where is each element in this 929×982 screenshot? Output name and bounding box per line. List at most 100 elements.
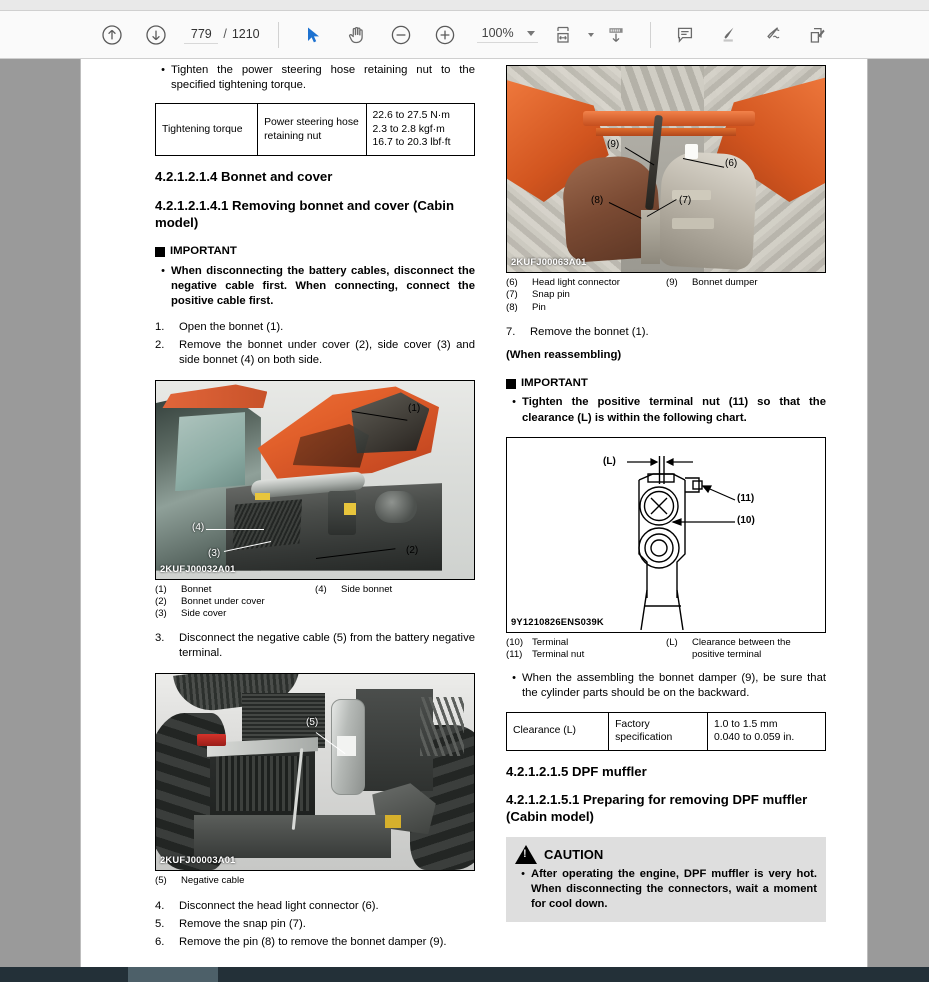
section-heading-bonnet-and-cover: 4.2.1.2.1.4 Bonnet and cover	[155, 168, 333, 184]
legend-value: Bonnet dumper	[692, 277, 758, 288]
table-row: Tightening torque Power steering hose re…	[154, 103, 476, 156]
legend-item: (6) Head light connector	[506, 277, 666, 289]
legend-item: (9) Bonnet dumper	[666, 277, 826, 289]
legend-column-left: (10) Terminal (11) Terminal nut	[506, 637, 666, 662]
zoom-out-button[interactable]	[384, 18, 418, 52]
fit-page-dropdown-icon[interactable]	[587, 32, 594, 37]
legend-item: (4) Side bonnet	[315, 584, 475, 596]
when-reassembling-heading: (When reassembling)	[506, 348, 622, 361]
step-1-text: Open the bonnet (1).	[179, 321, 284, 334]
damper-bullet-text: When the assembling the bonnet damper (9…	[522, 672, 826, 700]
window-title-strip	[0, 0, 929, 11]
arrow-down-circle-icon	[146, 24, 166, 45]
figure-callout-4: (4)	[192, 521, 205, 533]
legend-key: (9)	[666, 277, 678, 288]
legend-item: (7) Snap pin	[506, 289, 666, 301]
important-label: IMPORTANT	[170, 245, 237, 258]
scroll-mode-button[interactable]	[599, 18, 633, 52]
bullet-marker: •	[512, 396, 516, 409]
zoom-level-selector[interactable]: 100%	[476, 26, 538, 43]
figure-callout-9: (9)	[607, 139, 620, 150]
legend-value: Clearance between the positive terminal	[692, 636, 791, 660]
figure-3-legend: (6) Head light connector (7) Snap pin (8…	[506, 277, 826, 314]
step-4-number: 4.	[155, 899, 165, 912]
important-notice-header: IMPORTANT	[506, 376, 826, 391]
figure-1-code: 2KUFJ00032A01	[160, 562, 236, 574]
fit-page-button[interactable]	[547, 18, 581, 52]
scroll-down-icon	[609, 27, 623, 42]
step-6-text: Remove the pin (8) to remove the bonnet …	[179, 936, 447, 949]
comment-icon	[677, 27, 692, 43]
freehand-draw-icon	[766, 26, 780, 39]
figure-4-legend: (10) Terminal (11) Terminal nut (L) Clea…	[506, 637, 826, 662]
toolbar-divider-2	[649, 21, 651, 48]
plus-circle-icon	[435, 25, 454, 44]
black-square-icon	[506, 378, 516, 389]
table-row: Clearance (L) Factory specification 1.0 …	[505, 711, 827, 751]
legend-key: (4)	[315, 583, 327, 595]
step-5-text: Remove the snap pin (7).	[179, 917, 306, 930]
photo-engine-bay	[156, 380, 474, 579]
step-2-text: Remove the bonnet under cover (2), side …	[179, 339, 475, 367]
legend-item: (2) Bonnet under cover	[155, 596, 315, 608]
fill-and-sign-button[interactable]	[800, 18, 834, 52]
legend-item: (5) Negative cable	[155, 875, 315, 887]
arrow-up-circle-icon	[102, 24, 122, 45]
section-heading-dpf-muffler: 4.2.1.2.1.5 DPF muffler	[506, 763, 647, 779]
cursor-arrow-icon	[307, 27, 319, 42]
fill-and-sign-icon	[810, 27, 825, 43]
figure-callout-5: (5)	[306, 716, 319, 728]
legend-column-left: (5) Negative cable	[155, 875, 315, 887]
legend-column-right: (L) Clearance between the positive termi…	[666, 637, 826, 662]
figure-2-legend: (5) Negative cable	[155, 875, 475, 887]
figure-callout-8: (8)	[591, 195, 604, 206]
legend-value: Terminal nut	[532, 649, 585, 660]
step-6-row: 6. Remove the pin (8) to remove the bonn…	[155, 935, 475, 950]
legend-key: (10)	[506, 636, 524, 648]
current-page-input[interactable]	[184, 25, 219, 44]
previous-page-button[interactable]	[95, 18, 129, 52]
pdf-viewer-area[interactable]: • Tighten the power steering hose retain…	[0, 59, 929, 967]
next-page-button[interactable]	[139, 18, 173, 52]
figure-3-code: 2KUFJ00063A01	[511, 256, 587, 268]
os-taskbar[interactable]	[0, 967, 929, 982]
hand-icon	[348, 26, 363, 43]
comment-button[interactable]	[668, 18, 702, 52]
draw-button[interactable]	[756, 18, 790, 52]
pdf-page: • Tighten the power steering hose retain…	[80, 59, 868, 967]
step-7-text: Remove the bonnet (1).	[530, 325, 649, 338]
zoom-in-button[interactable]	[428, 18, 462, 52]
figure-4-code: 9Y1210826ENS039K	[511, 616, 604, 628]
legend-key: (5)	[155, 874, 167, 886]
select-tool-button[interactable]	[296, 18, 330, 52]
photo-battery	[156, 673, 474, 870]
legend-value: Bonnet under cover	[181, 595, 265, 607]
figure-bonnet-open: (1) (2) (3) (4) 2KUFJ00032A01	[155, 379, 475, 580]
legend-key: (8)	[506, 301, 518, 313]
torque-label-cell: Tightening torque	[154, 103, 259, 156]
figure-terminal-clearance: (L) (11) (10) 9Y1210826ENS039K	[506, 436, 826, 633]
legend-item: (11) Terminal nut	[506, 649, 666, 661]
step-7-row: 7. Remove the bonnet (1).	[506, 325, 826, 340]
highlight-button[interactable]	[712, 18, 746, 52]
legend-value: Snap pin	[532, 289, 570, 301]
annotation-group	[663, 18, 839, 52]
torque-spec-table: Tightening torque Power steering hose re…	[154, 103, 476, 156]
important-bullet-text: When disconnecting the battery cables, d…	[171, 264, 475, 307]
page-indicator: / 1210	[184, 25, 260, 44]
hand-tool-button[interactable]	[340, 18, 374, 52]
step-2-row: 2. Remove the bonnet under cover (2), si…	[155, 338, 475, 368]
caution-notice: CAUTION • After operating the engine, DP…	[506, 837, 826, 923]
figure-callout-7: (7)	[679, 195, 692, 206]
legend-key: (3)	[155, 608, 167, 620]
legend-item: (10) Terminal	[506, 637, 666, 649]
page-navigation-group: / 1210	[90, 18, 265, 52]
figure-callout-L: (L)	[603, 455, 616, 467]
page-content: • Tighten the power steering hose retain…	[81, 59, 867, 967]
important-bullet-row: • When disconnecting the battery cables,…	[155, 264, 475, 309]
torque-values-cell: 22.6 to 27.5 N·m 2.3 to 2.8 kgf·m 16.7 t…	[365, 103, 476, 156]
taskbar-active-window[interactable]	[128, 967, 218, 982]
damper-bullet-row: • When the assembling the bonnet damper …	[506, 671, 826, 701]
step-3-row: 3. Disconnect the negative cable (5) fro…	[155, 631, 475, 661]
legend-key: (6)	[506, 277, 518, 288]
